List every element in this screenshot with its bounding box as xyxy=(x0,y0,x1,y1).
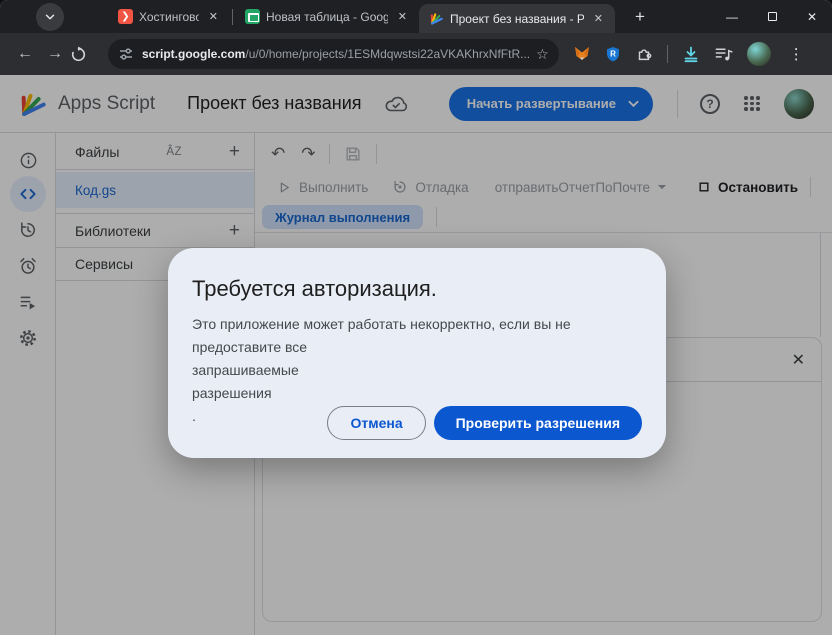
dialog-body-line: запрашиваемые xyxy=(192,359,642,382)
extensions-row: R xyxy=(573,42,808,66)
authorization-dialog: Требуется авторизация. Это приложение мо… xyxy=(168,248,666,458)
url-domain: script.google.com xyxy=(142,47,245,61)
tab-search-button[interactable] xyxy=(36,3,64,31)
site-settings-icon[interactable] xyxy=(118,46,134,62)
apps-script-favicon xyxy=(429,11,444,26)
address-bar[interactable]: script.google.com/u/0/home/projects/1ESM… xyxy=(108,39,559,69)
tab-apps-script-active[interactable]: Проект без названия - Реда ✕ xyxy=(419,4,615,33)
minimize-button[interactable]: — xyxy=(712,0,752,33)
dialog-actions: Отмена Проверить разрешения xyxy=(327,406,642,440)
svg-text:R: R xyxy=(610,49,616,58)
new-tab-button[interactable]: + xyxy=(629,7,651,27)
browser-toolbar: ← → script.google.com/u/0/home/projects/… xyxy=(0,33,832,75)
tab-close-icon[interactable]: ✕ xyxy=(590,10,607,27)
browser-profile-avatar[interactable] xyxy=(747,42,771,66)
cancel-button[interactable]: Отмена xyxy=(327,406,425,440)
url-text: script.google.com/u/0/home/projects/1ESM… xyxy=(142,47,530,61)
community-favicon: ❯ xyxy=(118,9,133,24)
dialog-body-line: Это приложение может работать некорректн… xyxy=(192,313,642,359)
window-controls: — ✕ xyxy=(712,0,832,33)
tab-hosting-community[interactable]: ❯ Хостинговое сообщество «Т ✕ xyxy=(108,0,230,33)
close-window-button[interactable]: ✕ xyxy=(792,0,832,33)
tab-title: Хостинговое сообщество «Т xyxy=(139,10,199,24)
screen: ❯ Хостинговое сообщество «Т ✕ Новая табл… xyxy=(0,0,832,635)
toolbar-separator xyxy=(667,45,668,63)
forward-button[interactable]: → xyxy=(40,45,70,63)
tab-title: Новая таблица - Google Та xyxy=(266,10,388,24)
tab-strip: ❯ Хостинговое сообщество «Т ✕ Новая табл… xyxy=(0,0,832,33)
downloads-icon[interactable] xyxy=(682,45,700,63)
shield-extension-icon[interactable]: R xyxy=(605,46,621,63)
metamask-icon[interactable] xyxy=(573,45,591,63)
tab-close-icon[interactable]: ✕ xyxy=(205,8,222,25)
browser-menu-icon[interactable]: ⋮ xyxy=(785,45,808,63)
tab-google-sheets[interactable]: Новая таблица - Google Та ✕ xyxy=(235,0,419,33)
bookmark-star-icon[interactable]: ☆ xyxy=(536,46,549,63)
tab-title: Проект без названия - Реда xyxy=(450,12,584,26)
review-permissions-button[interactable]: Проверить разрешения xyxy=(434,406,642,440)
dialog-title: Требуется авторизация. xyxy=(192,274,642,304)
playlist-icon[interactable] xyxy=(714,45,733,63)
sheets-favicon xyxy=(245,9,260,24)
browser-chrome: ❯ Хостинговое сообщество «Т ✕ Новая табл… xyxy=(0,0,832,75)
url-path: /u/0/home/projects/1ESMdqwstsi22aVKAKhrx… xyxy=(245,47,530,61)
dialog-body-line: разрешения xyxy=(192,382,642,405)
tab-separator xyxy=(232,9,233,25)
maximize-button[interactable] xyxy=(752,0,792,33)
tab-close-icon[interactable]: ✕ xyxy=(394,8,411,25)
back-button[interactable]: ← xyxy=(10,45,40,63)
extensions-puzzle-icon[interactable] xyxy=(635,45,653,63)
chevron-down-icon xyxy=(43,10,57,24)
maximize-icon xyxy=(768,12,777,21)
reload-icon xyxy=(70,46,87,63)
reload-button[interactable] xyxy=(70,46,100,63)
